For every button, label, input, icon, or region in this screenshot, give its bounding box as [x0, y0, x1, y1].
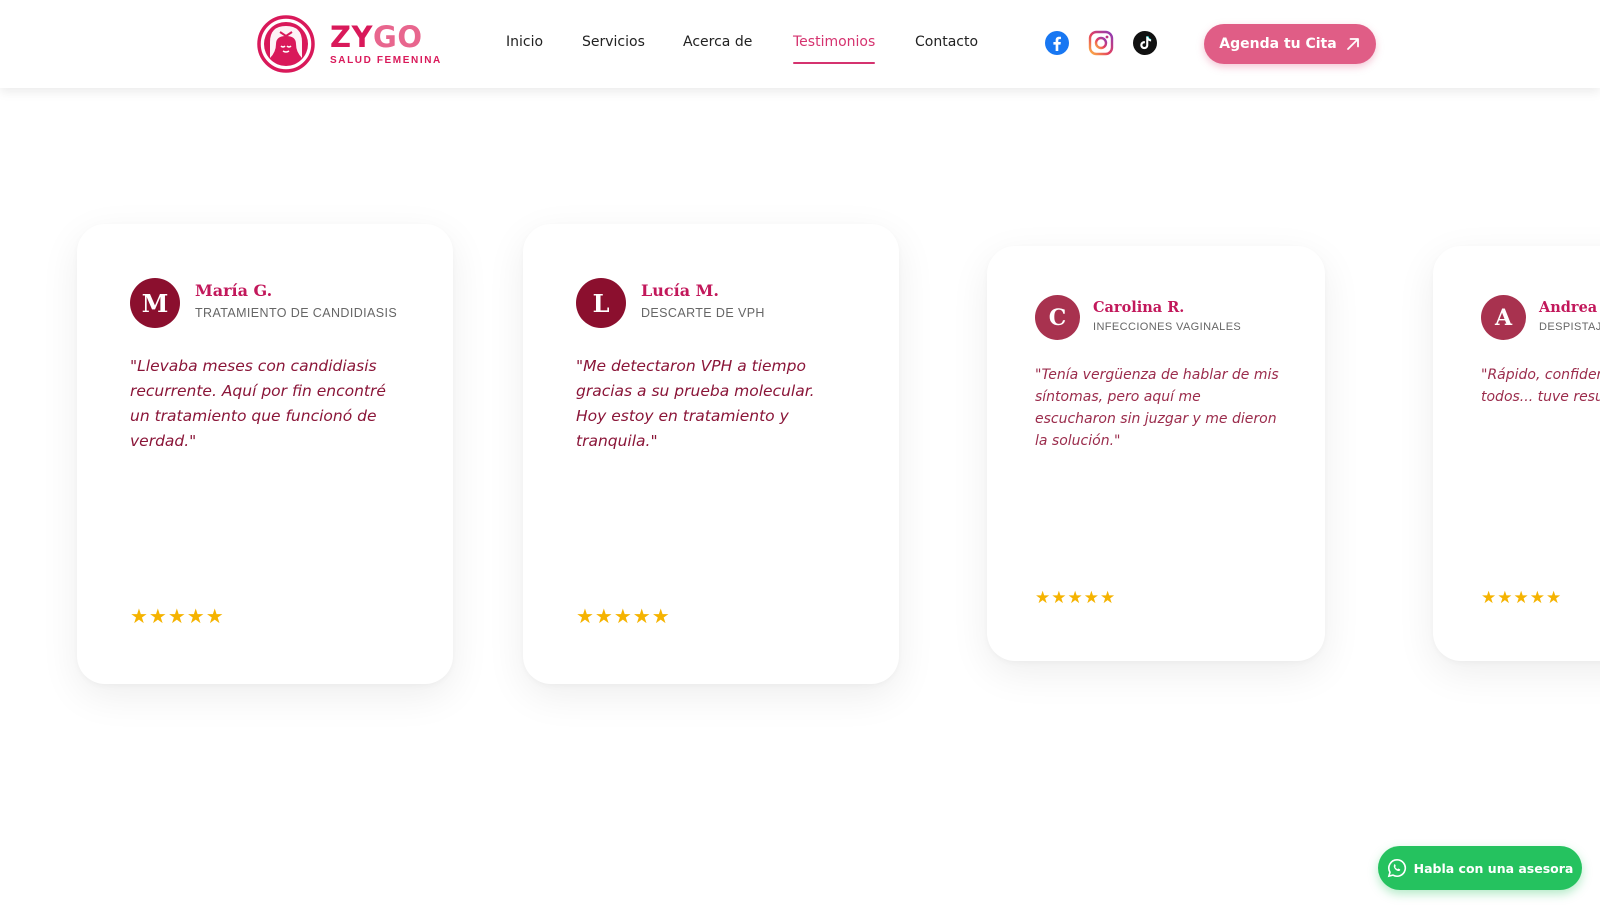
brand-name: ZYGO — [330, 22, 442, 52]
testimonial-name: Andrea P. — [1539, 299, 1600, 316]
testimonial-treatment: INFECCIONES VAGINALES — [1093, 321, 1242, 333]
tiktok-icon[interactable] — [1132, 30, 1158, 56]
brand-logo[interactable]: ZYGO SALUD FEMENINA — [256, 14, 442, 74]
site-header: ZYGO SALUD FEMENINA Inicio Servicios Ace… — [0, 0, 1600, 88]
page: ZYGO SALUD FEMENINA Inicio Servicios Ace… — [0, 0, 1600, 908]
avatar: C — [1035, 295, 1080, 340]
facebook-icon[interactable] — [1044, 30, 1070, 56]
avatar: M — [130, 278, 180, 328]
nav-item-contacto[interactable]: Contacto — [915, 34, 978, 50]
instagram-icon[interactable] — [1088, 30, 1114, 56]
logo-woman-icon — [257, 15, 315, 73]
whatsapp-label: Habla con una asesora — [1413, 860, 1574, 876]
nav-item-inicio[interactable]: Inicio — [506, 34, 543, 50]
testimonial-treatment: DESPISTAJE — [1539, 321, 1600, 333]
testimonial-quote: "Me detectaron VPH a tiempo gracias a su… — [576, 357, 815, 450]
arrow-up-right-icon — [1346, 38, 1359, 50]
testimonial-treatment: DESCARTE DE VPH — [641, 306, 765, 320]
testimonial-card: M María G. TRATAMIENTO DE CANDIDIASIS "L… — [77, 224, 453, 684]
testimonial-quote: "Tenía vergüenza de hablar de mis síntom… — [1035, 367, 1279, 449]
testimonial-card: A Andrea P. DESPISTAJE "Rápido, confiden… — [1433, 246, 1600, 661]
testimonial-card: L Lucía M. DESCARTE DE VPH "Me detectaro… — [523, 224, 899, 684]
testimonial-card: C Carolina R. INFECCIONES VAGINALES "Ten… — [987, 246, 1325, 661]
nav-item-testimonios[interactable]: Testimonios — [793, 34, 876, 64]
avatar: L — [576, 278, 626, 328]
whatsapp-icon — [1387, 858, 1406, 878]
testimonial-quote: "Rápido, confidencial. Me hicieron todos… — [1481, 367, 1600, 405]
star-rating: ★★★★★ — [576, 606, 671, 628]
star-rating: ★★★★★ — [130, 606, 225, 628]
testimonial-name: María G. — [195, 281, 273, 300]
book-appointment-label: Agenda tu Cita — [1219, 36, 1337, 52]
testimonial-treatment: TRATAMIENTO DE CANDIDIASIS — [195, 306, 398, 320]
book-appointment-button[interactable]: Agenda tu Cita — [1204, 24, 1376, 64]
nav-item-acerca-de[interactable]: Acerca de — [683, 34, 752, 50]
avatar: A — [1481, 295, 1526, 340]
testimonial-quote: "Llevaba meses con candidiasis recurrent… — [130, 357, 386, 450]
star-rating: ★★★★★ — [1481, 588, 1563, 607]
brand-name-part2: GO — [373, 20, 423, 54]
star-rating: ★★★★★ — [1035, 588, 1117, 607]
testimonial-name: Lucía M. — [641, 281, 719, 300]
whatsapp-chat-button[interactable]: Habla con una asesora — [1378, 846, 1582, 890]
testimonial-name: Carolina R. — [1093, 299, 1185, 316]
active-nav-indicator — [793, 62, 876, 64]
brand-tagline: SALUD FEMENINA — [330, 55, 442, 66]
nav-item-testimonios-label: Testimonios — [793, 34, 876, 50]
nav-item-servicios[interactable]: Servicios — [582, 34, 645, 50]
brand-name-part1: ZY — [330, 20, 374, 54]
logo-text: ZYGO SALUD FEMENINA — [330, 22, 442, 66]
